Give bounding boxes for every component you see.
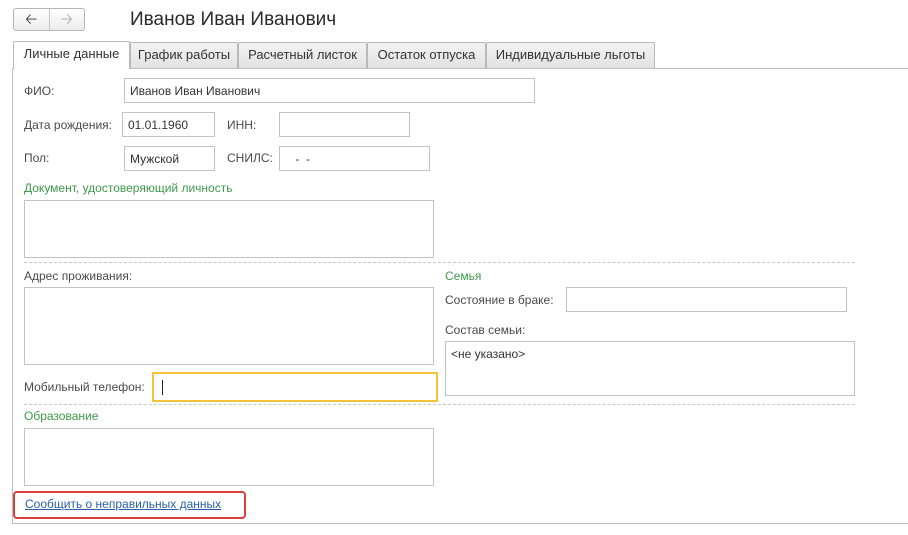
marital-status-field[interactable]: [566, 287, 847, 312]
fio-label: ФИО:: [24, 84, 55, 98]
mobile-phone-label: Мобильный телефон:: [24, 380, 145, 394]
address-field[interactable]: [24, 287, 434, 365]
education-section-title: Образование: [24, 409, 99, 423]
gender-field[interactable]: Мужской: [124, 146, 215, 171]
tab-payslip[interactable]: Расчетный листок: [238, 42, 367, 68]
education-field[interactable]: [24, 428, 434, 486]
family-section-title: Семья: [445, 269, 482, 283]
text-cursor: [162, 379, 163, 395]
mobile-phone-field[interactable]: [152, 372, 438, 402]
forward-button[interactable]: 🡢: [50, 9, 85, 30]
tab-personal-data[interactable]: Личные данные: [13, 41, 130, 69]
navigation-buttons: 🡠 🡢: [13, 8, 85, 31]
marital-status-label: Состояние в браке:: [445, 293, 554, 307]
tab-individual-benefits[interactable]: Индивидуальные льготы: [486, 42, 655, 68]
fio-field[interactable]: Иванов Иван Иванович: [124, 78, 535, 103]
gender-label: Пол:: [24, 151, 50, 165]
report-incorrect-data-link[interactable]: Сообщить о неправильных данных: [25, 497, 221, 511]
address-label: Адрес проживания:: [24, 269, 133, 283]
birth-date-field[interactable]: 01.01.1960: [122, 112, 215, 137]
tab-baseline: [130, 68, 908, 69]
document-section-title: Документ, удостоверяющий личность: [24, 181, 233, 195]
section-divider-2: [24, 404, 855, 405]
back-button[interactable]: 🡠: [14, 9, 50, 30]
arrow-left-icon: 🡠: [25, 11, 38, 28]
birth-date-label: Дата рождения:: [24, 118, 112, 132]
tab-work-schedule[interactable]: График работы: [130, 42, 238, 68]
tab-vacation-balance[interactable]: Остаток отпуска: [367, 42, 486, 68]
family-composition-field[interactable]: <не указано>: [445, 341, 855, 396]
arrow-right-icon: 🡢: [60, 11, 73, 28]
document-field[interactable]: [24, 200, 434, 258]
section-divider: [24, 262, 855, 263]
family-composition-label: Состав семьи:: [445, 323, 526, 337]
inn-field[interactable]: [279, 112, 410, 137]
page-title: Иванов Иван Иванович: [130, 9, 337, 30]
snils-field[interactable]: - -: [279, 146, 430, 171]
inn-label: ИНН:: [227, 118, 257, 132]
snils-label: СНИЛС:: [227, 151, 273, 165]
